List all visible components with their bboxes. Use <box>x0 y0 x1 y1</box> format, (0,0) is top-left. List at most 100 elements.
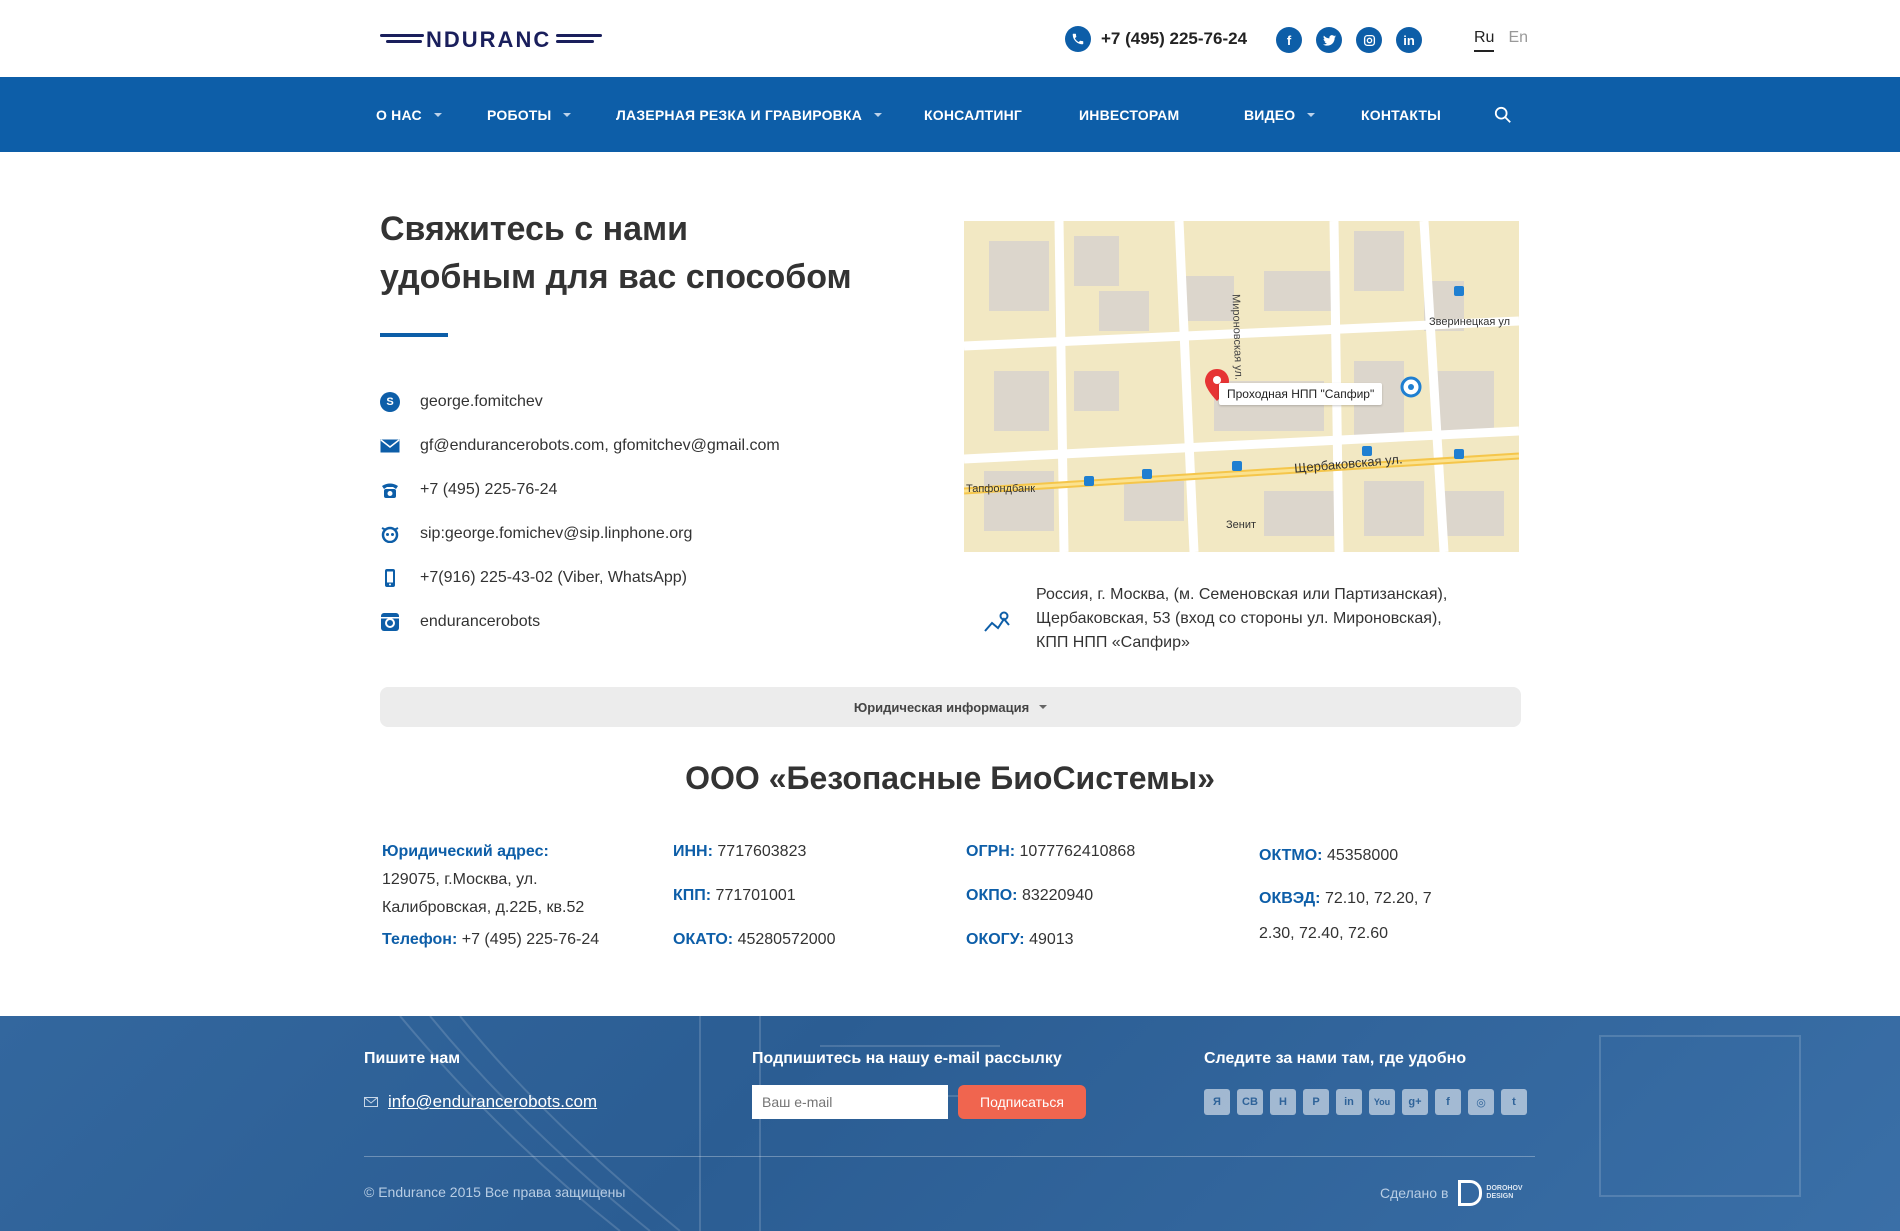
footer-follow-heading: Следите за нами там, где удобно <box>1204 1050 1467 1067</box>
map-route-icon <box>984 611 1010 632</box>
title-underline <box>380 333 448 337</box>
twitter-icon[interactable]: t <box>1501 1089 1527 1115</box>
language-switcher: Ru En <box>1474 29 1528 52</box>
map-street-label: Зенит <box>1226 519 1257 531</box>
googleplus-icon[interactable]: g+ <box>1402 1089 1428 1115</box>
legal-address-key: Юридический адрес: <box>382 843 549 860</box>
legal-address-value: Калибровская, д.22Б, кв.52 <box>382 899 585 916</box>
contact-mobile[interactable]: +7(916) 225-43-02 (Viber, WhatsApp) <box>380 556 780 600</box>
footer-subscribe-heading: Подпишитесь на нашу e-mail рассылку <box>752 1050 1062 1067</box>
subscribe-button[interactable]: Подписаться <box>958 1085 1086 1119</box>
okpo-value: 83220940 <box>1021 887 1094 904</box>
okogu-key: ОКОГУ: <box>966 931 1025 948</box>
facebook-icon[interactable]: f <box>1435 1089 1461 1115</box>
contact-sip[interactable]: sip:george.fomichev@sip.linphone.org <box>380 512 780 556</box>
contact-instagram[interactable]: endurancerobots <box>380 600 780 644</box>
legal-col-2: ИНН: 7717603823 КПП: 771701001 ОКАТО: 45… <box>673 838 913 970</box>
lang-en[interactable]: En <box>1508 29 1528 52</box>
dorohov-wordmark: DOROHOV DESIGN <box>1486 1185 1522 1201</box>
logo-text: NDURANC <box>426 27 552 52</box>
nav-robots[interactable]: РОБОТЫ <box>487 77 572 152</box>
okved-value: 72.10, 72.20, 7 <box>1324 890 1432 907</box>
okogu-value: 49013 <box>1029 931 1074 948</box>
made-by[interactable]: Сделано в DOROHOV DESIGN <box>1380 1180 1523 1206</box>
nav-about[interactable]: О НАС <box>376 77 442 152</box>
phone-icon <box>380 480 400 500</box>
search-icon[interactable] <box>1494 106 1512 124</box>
instagram-icon[interactable]: ◎ <box>1468 1089 1494 1115</box>
nav-laser[interactable]: ЛАЗЕРНАЯ РЕЗКА И ГРАВИРОВКА <box>616 77 883 152</box>
chevron-down-icon <box>874 112 883 117</box>
address-block: Россия, г. Москва, (м. Семеновская или П… <box>984 583 1476 655</box>
kpp-key: КПП: <box>673 887 712 904</box>
logo-wing-left-2 <box>386 40 422 43</box>
linkedin-icon[interactable]: in <box>1396 27 1422 53</box>
nav-video[interactable]: ВИДЕО <box>1244 77 1316 152</box>
legal-info-toggle-label: Юридическая информация <box>853 699 1030 715</box>
yandex-icon[interactable]: Я <box>1204 1089 1230 1115</box>
chevron-down-icon <box>433 112 442 117</box>
ogrn-value: 1077762410868 <box>1019 843 1136 860</box>
lang-ru[interactable]: Ru <box>1474 29 1495 52</box>
linkedin-icon[interactable]: in <box>1336 1089 1362 1115</box>
nav-contacts[interactable]: КОНТАКТЫ <box>1361 77 1441 152</box>
location-map[interactable]: Проходная НПП "Сапфир" Мироновская ул. Щ… <box>964 221 1519 552</box>
contact-phone[interactable]: +7 (495) 225-76-24 <box>380 468 780 512</box>
footer-write-heading: Пишите нам <box>364 1050 461 1067</box>
subscribe-email-input[interactable] <box>752 1085 948 1119</box>
legal-info-toggle[interactable]: Юридическая информация <box>380 687 1521 727</box>
contact-list: S george.fomitchev gf@endurancerobots.co… <box>380 380 780 644</box>
footer-email-link[interactable]: info@endurancerobots.com <box>388 1092 597 1112</box>
dorohov-wordmark-line: DESIGN <box>1486 1193 1514 1200</box>
nav-investors[interactable]: ИНВЕСТОРАМ <box>1079 77 1179 152</box>
okved-value: 2.30, 72.40, 72.60 <box>1259 925 1388 942</box>
cb-icon[interactable]: CB <box>1237 1089 1263 1115</box>
oktmo-key: ОКТМО: <box>1259 847 1323 864</box>
habr-icon[interactable]: H <box>1270 1089 1296 1115</box>
copyright: © Endurance 2015 Все права защищены <box>364 1184 626 1200</box>
contact-sip-text: sip:george.fomichev@sip.linphone.org <box>420 525 693 542</box>
instagram-icon <box>380 612 400 632</box>
footer-email[interactable]: info@endurancerobots.com <box>364 1092 597 1112</box>
okato-value: 45280572000 <box>737 931 836 948</box>
kpp-value: 771701001 <box>715 887 796 904</box>
address-line: Россия, г. Москва, (м. Семеновская или П… <box>1036 586 1448 603</box>
logo-wing-left <box>380 34 424 37</box>
phone-value: +7 (495) 225-76-24 <box>461 931 600 948</box>
logo[interactable]: NDURANC <box>380 28 602 52</box>
contact-email[interactable]: gf@endurancerobots.com, gfomitchev@gmail… <box>380 424 780 468</box>
contact-skype[interactable]: S george.fomitchev <box>380 380 780 424</box>
pinterest-icon[interactable]: P <box>1303 1089 1329 1115</box>
nav-about-label: О НАС <box>376 106 422 123</box>
contact-skype-text: george.fomitchev <box>420 393 543 410</box>
nav-consulting-label: КОНСАЛТИНГ <box>924 106 1023 123</box>
chevron-down-icon <box>563 112 572 117</box>
youtube-icon[interactable]: You <box>1369 1089 1395 1115</box>
phone-key: Телефон: <box>382 931 458 948</box>
address-line: КПП НПП «Сапфир» <box>1036 634 1190 651</box>
contact-email-text: gf@endurancerobots.com, gfomitchev@gmail… <box>420 437 780 454</box>
twitter-icon[interactable] <box>1316 27 1342 53</box>
legal-col-3: ОГРН: 1077762410868 ОКПО: 83220940 ОКОГУ… <box>966 838 1206 970</box>
footer-social-links: Я CB H P in You g+ f ◎ t <box>1204 1089 1527 1115</box>
facebook-icon[interactable]: f <box>1276 27 1302 53</box>
company-name: ООО «Безопасные БиоСистемы» <box>685 760 1215 796</box>
logo-wing-right <box>556 34 602 37</box>
header-phone-number: +7 (495) 225-76-24 <box>1101 29 1248 48</box>
instagram-icon[interactable] <box>1356 27 1382 53</box>
map-pin-label: Проходная НПП "Сапфир" <box>1219 383 1383 405</box>
main-nav: О НАС РОБОТЫ ЛАЗЕРНАЯ РЕЗКА И ГРАВИРОВКА… <box>0 77 1900 152</box>
page-title-line2: удобным для вас способом <box>380 258 852 296</box>
header-phone[interactable]: +7 (495) 225-76-24 <box>1065 26 1247 52</box>
dorohov-design-logo: DOROHOV DESIGN <box>1458 1180 1523 1206</box>
ogrn-key: ОГРН: <box>966 843 1016 860</box>
nav-consulting[interactable]: КОНСАЛТИНГ <box>924 77 1022 152</box>
dorohov-wordmark-line: DOROHOV <box>1486 1185 1523 1192</box>
page-title: Свяжитесь с нами удобным для вас способо… <box>380 205 920 301</box>
header-socials: f in <box>1276 27 1422 53</box>
nav-video-label: ВИДЕО <box>1244 106 1296 123</box>
map-street-label: Зверинецкая ул <box>1429 316 1511 328</box>
nav-laser-label: ЛАЗЕРНАЯ РЕЗКА И ГРАВИРОВКА <box>616 106 863 123</box>
inn-value: 7717603823 <box>717 843 807 860</box>
skype-icon: S <box>380 392 400 412</box>
